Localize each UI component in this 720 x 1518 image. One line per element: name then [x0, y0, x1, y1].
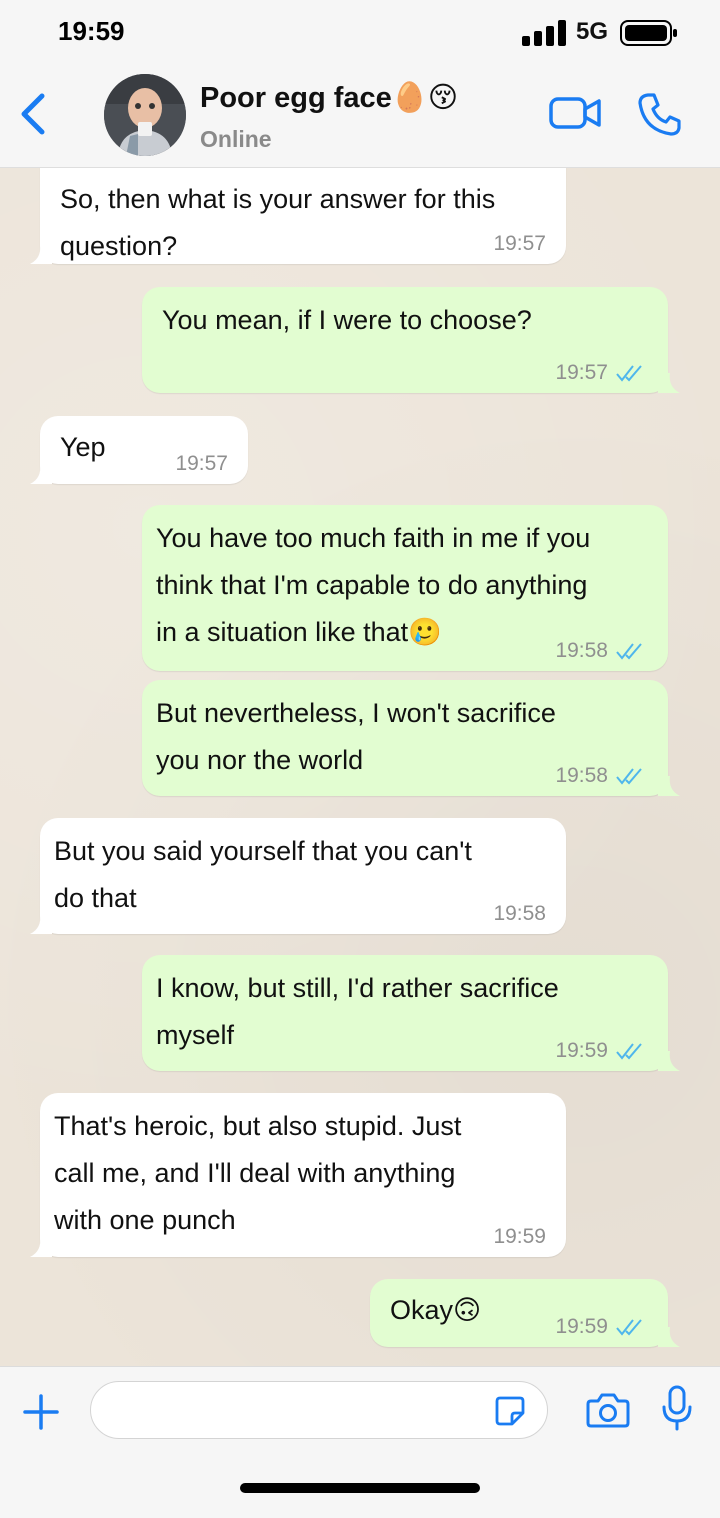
chat-messages[interactable]: So, then what is your answer for this qu…	[0, 168, 720, 1366]
message-time: 19:58	[555, 764, 608, 787]
message-incoming[interactable]: So, then what is your answer for this qu…	[30, 168, 566, 264]
back-icon[interactable]	[16, 90, 50, 138]
read-receipt-icon	[616, 365, 642, 382]
bubble-tail	[30, 244, 52, 264]
message-text: Okay🙃	[390, 1295, 482, 1325]
message-time: 19:59	[493, 1225, 546, 1248]
message-time: 19:59	[555, 1039, 608, 1062]
message-incoming[interactable]: But you said yourself that you can't do …	[30, 818, 566, 934]
read-receipt-icon	[616, 643, 642, 660]
message-text: You mean, if I were to choose?	[162, 305, 532, 335]
message-outgoing[interactable]: You have too much faith in me if you thi…	[142, 505, 668, 671]
signal-strength-icon	[522, 20, 566, 46]
network-label: 5G	[576, 18, 609, 45]
message-time: 19:59	[555, 1315, 608, 1338]
message-time: 19:58	[493, 902, 546, 925]
bubble-tail	[658, 373, 680, 393]
camera-icon[interactable]	[586, 1391, 630, 1429]
status-time: 19:59	[58, 16, 125, 46]
microphone-icon[interactable]	[662, 1385, 692, 1431]
bubble-tail	[658, 1051, 680, 1071]
message-text: That's heroic, but also stupid. Just cal…	[54, 1111, 462, 1235]
read-receipt-icon	[616, 1319, 642, 1336]
avatar-image	[104, 74, 186, 156]
read-receipt-icon	[616, 768, 642, 785]
status-bar: 19:59 5G	[0, 0, 720, 62]
bubble-tail	[30, 914, 52, 934]
message-text: So, then what is your answer for this qu…	[60, 184, 496, 261]
bubble-tail	[30, 464, 52, 484]
read-receipt-icon	[616, 1043, 642, 1060]
message-time: 19:57	[555, 361, 608, 384]
message-outgoing[interactable]: But nevertheless, I won't sacrifice you …	[142, 680, 680, 796]
message-incoming[interactable]: Yep 19:57	[30, 416, 248, 484]
avatar[interactable]	[104, 74, 186, 156]
message-time: 19:58	[555, 639, 608, 662]
input-bar	[0, 1366, 720, 1518]
bubble-tail	[658, 1327, 680, 1347]
contact-status: Online	[200, 126, 272, 152]
message-outgoing[interactable]: Okay🙃 19:59	[370, 1279, 680, 1347]
phone-icon[interactable]	[636, 90, 684, 138]
message-incoming[interactable]: That's heroic, but also stupid. Just cal…	[30, 1093, 566, 1257]
message-input[interactable]	[90, 1381, 548, 1439]
battery-icon	[620, 20, 677, 46]
bubble-tail	[30, 1237, 52, 1257]
message-text: But you said yourself that you can't do …	[54, 836, 472, 913]
message-time: 19:57	[175, 452, 228, 475]
message-outgoing[interactable]: You mean, if I were to choose? 19:57	[142, 287, 680, 393]
contact-name[interactable]: Poor egg face🥚😚	[200, 80, 458, 115]
chat-header: Poor egg face🥚😚 Online	[0, 62, 720, 168]
video-call-icon[interactable]	[548, 94, 602, 132]
message-outgoing[interactable]: I know, but still, I'd rather sacrifice …	[142, 955, 680, 1071]
bubble-tail	[658, 776, 680, 796]
message-time: 19:57	[493, 232, 546, 255]
message-text: You have too much faith in me if you thi…	[156, 523, 591, 647]
plus-icon[interactable]	[22, 1393, 60, 1431]
sticker-icon[interactable]	[494, 1395, 526, 1427]
home-indicator[interactable]	[240, 1483, 480, 1493]
